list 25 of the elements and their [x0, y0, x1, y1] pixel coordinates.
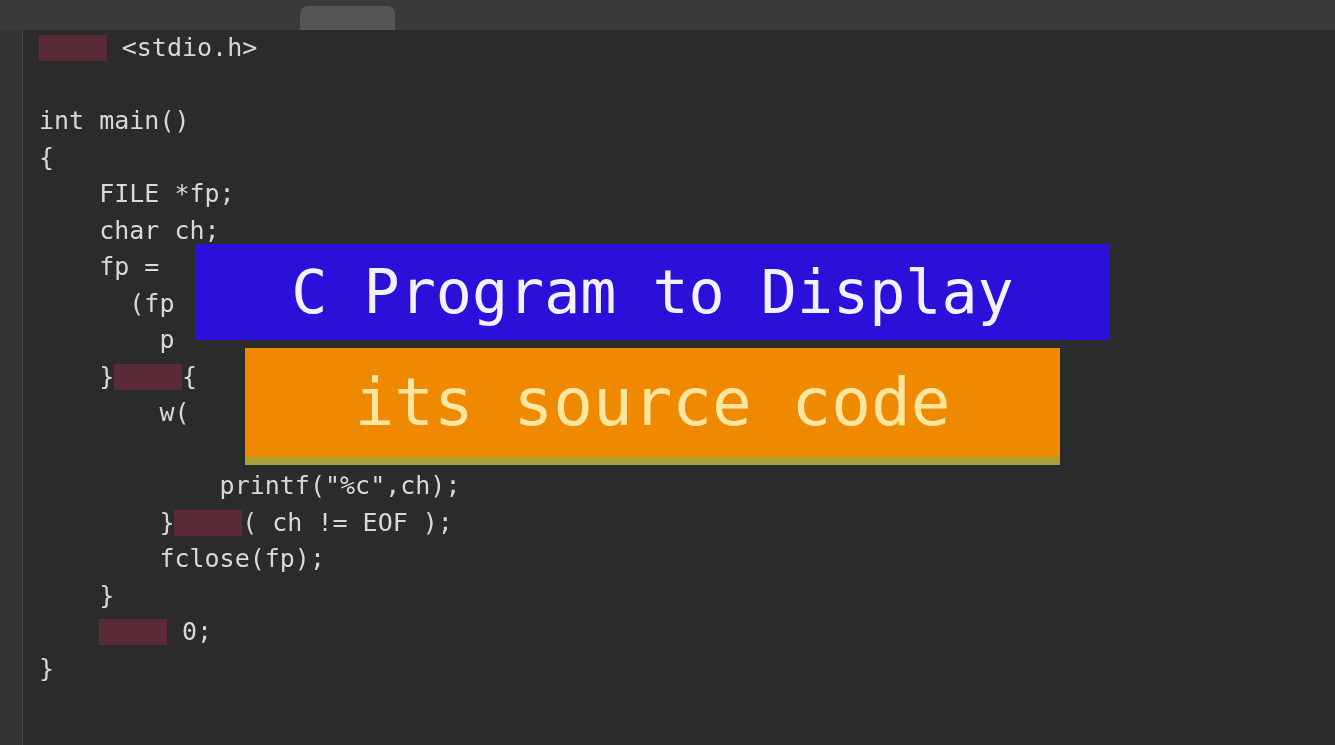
- blurred-keyword: [174, 509, 243, 536]
- title-banner: C Program to Display: [195, 244, 1110, 340]
- code-text: <stdio.h>: [120, 34, 258, 63]
- code-text: }: [39, 654, 55, 683]
- blurred-keyword: [99, 619, 167, 646]
- code-text: p: [158, 326, 175, 355]
- code-text: ( ch != EOF );: [242, 508, 453, 537]
- code-text: }: [98, 362, 115, 391]
- code-text: (fp: [128, 289, 175, 318]
- code-text: FILE *fp;: [98, 180, 235, 209]
- blurred-keyword: [114, 363, 182, 390]
- code-text: 0;: [180, 618, 213, 647]
- editor-tab[interactable]: [300, 6, 395, 30]
- code-text: printf("%c",ch);: [218, 472, 461, 501]
- subtitle-banner: its source code: [245, 348, 1060, 465]
- code-text: char ch;: [98, 216, 220, 245]
- code-text: fp =: [98, 253, 160, 282]
- blurred-keyword: [39, 35, 107, 62]
- code-text: w(: [158, 399, 190, 428]
- code-text: {: [182, 362, 198, 391]
- code-text: {: [39, 143, 55, 172]
- code-text: }: [98, 581, 115, 610]
- code-text: fclose(fp);: [158, 545, 325, 574]
- code-text: int main(): [39, 107, 190, 136]
- code-text: }: [158, 508, 175, 537]
